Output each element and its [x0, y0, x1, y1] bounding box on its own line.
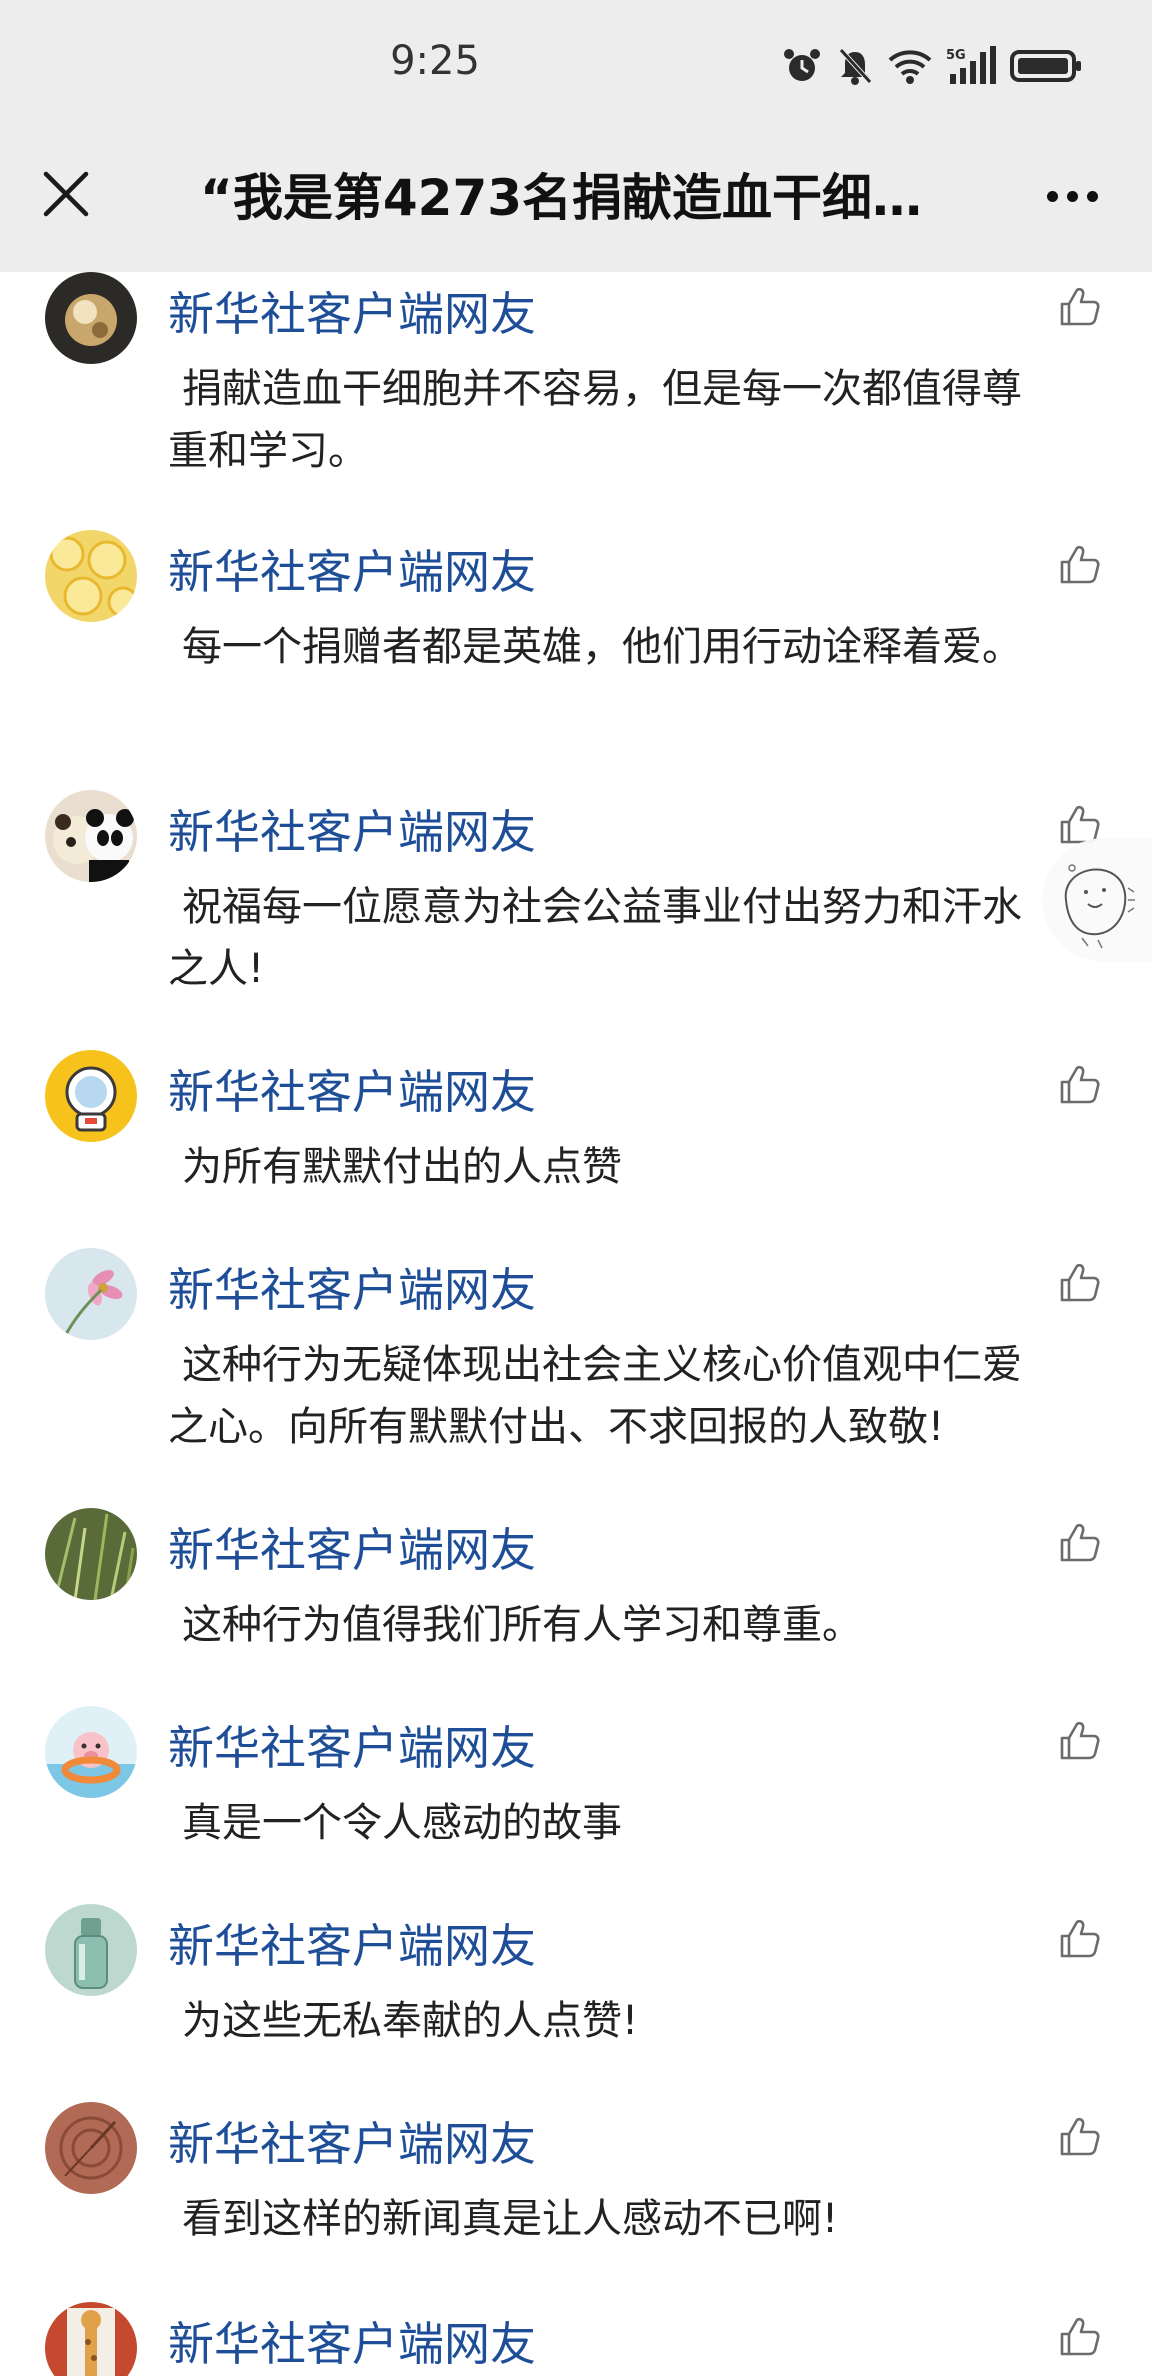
- svg-text:5G: 5G: [946, 48, 966, 63]
- like-button[interactable]: [1058, 2114, 1106, 2162]
- status-time: 9:25: [390, 38, 480, 84]
- comment-username[interactable]: 新华社客户端网友: [168, 286, 536, 342]
- more-icon-dot: [1086, 190, 1098, 202]
- thumbs-up-icon: [1060, 287, 1100, 326]
- like-button[interactable]: [1058, 1520, 1106, 1568]
- more-button[interactable]: [1032, 168, 1112, 224]
- comment-text: 祝福每一位愿意为社会公益事业付出努力和汗水之人!: [168, 884, 1022, 992]
- thumbs-up-icon: [1060, 2317, 1100, 2356]
- close-button[interactable]: [34, 162, 98, 226]
- comment-list[interactable]: 新华社客户端网友 捐献造血干细胞并不容易，但是每一次都值得尊重和学习。 新华社客…: [0, 272, 1152, 2376]
- comment-text: 看到这样的新闻真是让人感动不已啊!: [182, 2196, 839, 2242]
- battery-icon: [1010, 46, 1082, 86]
- doodle-icon: [1064, 864, 1135, 949]
- status-icons: 5G: [782, 44, 1082, 88]
- panda-avatar[interactable]: [45, 790, 137, 882]
- giraffe-avatar[interactable]: [45, 2302, 137, 2376]
- comment-username[interactable]: 新华社客户端网友: [168, 1064, 536, 1120]
- thumbs-up-icon: [1060, 545, 1100, 584]
- like-button[interactable]: [1058, 1916, 1106, 1964]
- comment-text: 这种行为无疑体现出社会主义核心价值观中仁爱之心。向所有默默付出、不求回报的人致敬…: [168, 1342, 1022, 1450]
- screen: 9:25 5G “我是第4273名捐献造血干细… 新华社客户端网友 捐献造血干细…: [0, 0, 1152, 2376]
- floating-badge[interactable]: [1042, 838, 1152, 962]
- wood-avatar[interactable]: [45, 2102, 137, 2194]
- page-title: “我是第4273名捐献造血干细…: [200, 169, 923, 227]
- like-button[interactable]: [1058, 2314, 1106, 2362]
- comment-text: 为这些无私奉献的人点赞!: [182, 1998, 639, 2044]
- comment-username[interactable]: 新华社客户端网友: [168, 1720, 536, 1776]
- lemon-avatar[interactable]: [45, 530, 137, 622]
- astronaut-avatar[interactable]: [45, 1050, 137, 1142]
- thumbs-up-icon: [1060, 1065, 1100, 1104]
- close-icon: [43, 171, 89, 217]
- thumbs-up-icon: [1060, 1263, 1100, 1302]
- signal-icon: 5G: [946, 46, 996, 86]
- comment-text: 每一个捐赠者都是英雄，他们用行动诠释着爱。: [182, 624, 1022, 670]
- more-icon-dot: [1066, 190, 1078, 202]
- comment-username[interactable]: 新华社客户端网友: [168, 804, 536, 860]
- thumbs-up-icon: [1060, 2117, 1100, 2156]
- comment-text: 为所有默默付出的人点赞: [182, 1144, 622, 1190]
- status-bar: 9:25 5G: [0, 0, 1152, 132]
- more-icon-dot: [1046, 190, 1058, 202]
- comment-text: 捐献造血干细胞并不容易，但是每一次都值得尊重和学习。: [168, 366, 1022, 474]
- comment-username[interactable]: 新华社客户端网友: [168, 1522, 536, 1578]
- like-button[interactable]: [1058, 1062, 1106, 1110]
- thumbs-up-icon: [1060, 1721, 1100, 1760]
- bottle-avatar[interactable]: [45, 1904, 137, 1996]
- comment-username[interactable]: 新华社客户端网友: [168, 1262, 536, 1318]
- like-button[interactable]: [1058, 542, 1106, 590]
- grass-avatar[interactable]: [45, 1508, 137, 1600]
- comment-username[interactable]: 新华社客户端网友: [168, 1918, 536, 1974]
- comment-text: 这种行为值得我们所有人学习和尊重。: [182, 1602, 862, 1648]
- nav-bar: “我是第4273名捐献造血干细…: [0, 132, 1152, 272]
- comment-text: 真是一个令人感动的故事: [182, 1800, 622, 1846]
- comment-username[interactable]: 新华社客户端网友: [168, 544, 536, 600]
- pig-avatar[interactable]: [45, 1706, 137, 1798]
- thumbs-up-icon: [1060, 1523, 1100, 1562]
- like-button[interactable]: [1058, 1718, 1106, 1766]
- mute-icon: [836, 46, 874, 86]
- comment-username[interactable]: 新华社客户端网友: [168, 2316, 536, 2372]
- thumbs-up-icon: [1060, 1919, 1100, 1958]
- wifi-icon: [888, 46, 932, 86]
- alarm-icon: [782, 46, 822, 86]
- like-button[interactable]: [1058, 1260, 1106, 1308]
- flower-avatar[interactable]: [45, 1248, 137, 1340]
- ball-avatar[interactable]: [45, 272, 137, 364]
- like-button[interactable]: [1058, 284, 1106, 332]
- comment-username[interactable]: 新华社客户端网友: [168, 2116, 536, 2172]
